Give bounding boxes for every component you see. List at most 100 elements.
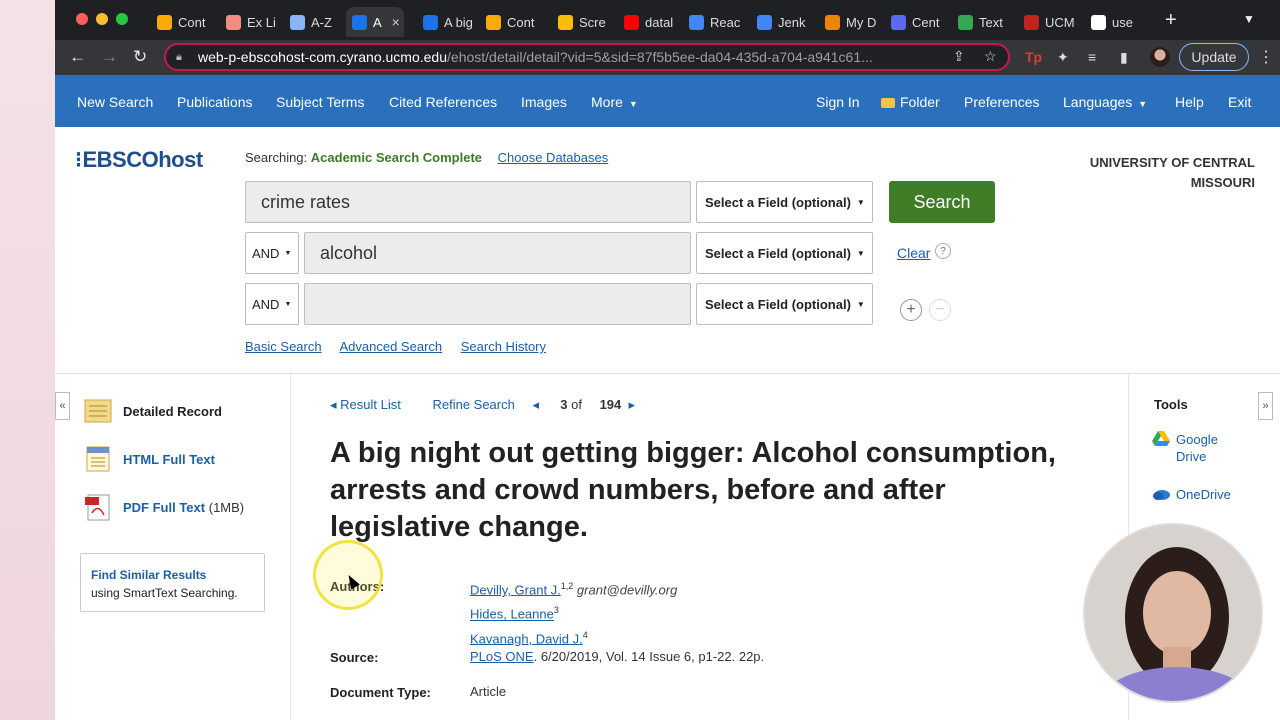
- html-full-text-item[interactable]: HTML Full Text: [83, 445, 215, 473]
- searching-label: Searching:: [245, 150, 308, 165]
- browser-tab-label: A big: [444, 14, 473, 30]
- tab-search-chevron-icon[interactable]: ▼: [1243, 12, 1255, 26]
- browser-tab[interactable]: use: [1085, 7, 1145, 37]
- browser-tab[interactable]: Cont: [480, 7, 540, 37]
- browser-tab-label: A-Z: [311, 14, 332, 30]
- browser-tab[interactable]: UCM: [1018, 7, 1078, 37]
- tools-heading: Tools: [1154, 397, 1188, 412]
- collapse-left-panel-icon[interactable]: «: [55, 392, 70, 420]
- browser-tab[interactable]: Cent: [885, 7, 945, 37]
- html-full-text-label: HTML Full Text: [123, 451, 215, 467]
- search-input-2[interactable]: alcohol: [304, 232, 691, 274]
- search-input-3[interactable]: [304, 283, 691, 325]
- ebscohost-logo[interactable]: ⁝EBSCOhost: [75, 147, 203, 173]
- onedrive-tool[interactable]: OneDrive: [1152, 486, 1231, 503]
- field-select-1[interactable]: Select a Field (optional) ▼: [696, 181, 873, 223]
- nav-help[interactable]: Help: [1175, 94, 1204, 110]
- google-drive-label: Google Drive: [1176, 432, 1218, 464]
- close-tab-icon[interactable]: ×: [392, 14, 400, 30]
- nav-more[interactable]: More ▼: [591, 94, 638, 110]
- field-select-2[interactable]: Select a Field (optional) ▼: [696, 232, 873, 274]
- advanced-search-link[interactable]: Advanced Search: [340, 339, 443, 354]
- previous-result-icon[interactable]: ◂: [532, 397, 539, 412]
- author-link[interactable]: Hides, Leanne: [470, 607, 554, 622]
- browser-tab[interactable]: A ×: [346, 7, 404, 37]
- forward-arrow-icon[interactable]: →: [101, 47, 118, 67]
- update-button[interactable]: Update: [1179, 43, 1249, 71]
- browser-tab-label: Scre: [579, 14, 606, 30]
- browser-tab[interactable]: datal: [618, 7, 678, 37]
- search-input-1[interactable]: crime rates: [245, 181, 691, 223]
- find-similar-link[interactable]: Find Similar Results: [91, 566, 264, 584]
- field-select-3[interactable]: Select a Field (optional) ▼: [696, 283, 873, 325]
- browser-tab[interactable]: Jenk: [751, 7, 811, 37]
- next-result-icon[interactable]: ▸: [629, 397, 636, 412]
- window-close-button[interactable]: [76, 13, 88, 25]
- reload-icon[interactable]: ↻: [133, 47, 147, 67]
- refine-search-link[interactable]: Refine Search: [432, 397, 514, 412]
- browser-toolbar: ← → ↻ 🔒︎ web-p-ebscohost-com.cyrano.ucmo…: [55, 40, 1280, 75]
- boolean-label: AND: [252, 296, 280, 312]
- browser-tab[interactable]: A big: [417, 7, 477, 37]
- nav-subject-terms[interactable]: Subject Terms: [276, 94, 364, 110]
- nav-new-search[interactable]: New Search: [77, 94, 153, 110]
- journal-link[interactable]: PLoS ONE: [470, 649, 534, 664]
- boolean-select-3[interactable]: AND ▼: [245, 283, 299, 325]
- browser-tab[interactable]: Scre: [552, 7, 612, 37]
- browser-tab[interactable]: Ex Li: [220, 7, 280, 37]
- window-minimize-button[interactable]: [96, 13, 108, 25]
- source-value: PLoS ONE. 6/20/2019, Vol. 14 Issue 6, p1…: [470, 647, 764, 667]
- browser-tab[interactable]: A-Z: [284, 7, 344, 37]
- boolean-select-2[interactable]: AND ▼: [245, 232, 299, 274]
- nav-exit[interactable]: Exit: [1228, 94, 1251, 110]
- side-panel-icon[interactable]: ▮: [1120, 49, 1128, 66]
- url-path: /ehost/detail/detail?vid=5&sid=87f5b5ee-…: [447, 49, 873, 65]
- caret-down-icon: ▼: [856, 299, 865, 309]
- nav-publications[interactable]: Publications: [177, 94, 253, 110]
- collapse-tools-panel-icon[interactable]: »: [1258, 392, 1273, 420]
- pdf-document-icon: [85, 494, 110, 521]
- search-history-link[interactable]: Search History: [461, 339, 546, 354]
- new-tab-button[interactable]: +: [1165, 9, 1177, 32]
- author-link[interactable]: Kavanagh, David J.: [470, 631, 583, 646]
- extensions-puzzle-icon[interactable]: ✦: [1057, 49, 1069, 66]
- extension-tp-icon[interactable]: Tp: [1025, 49, 1042, 65]
- browser-tab[interactable]: Cont: [151, 7, 211, 37]
- address-bar[interactable]: 🔒︎ web-p-ebscohost-com.cyrano.ucmo.edu/e…: [164, 43, 1010, 71]
- caret-down-icon: ▼: [284, 249, 292, 257]
- nav-folder[interactable]: Folder: [881, 94, 940, 110]
- nav-cited-references[interactable]: Cited References: [389, 94, 497, 110]
- browser-tab[interactable]: My D: [819, 7, 879, 37]
- pdf-full-text-item[interactable]: PDF Full Text (1MB): [83, 493, 244, 521]
- result-list-link[interactable]: ◂ Result List: [330, 397, 415, 412]
- browser-tab[interactable]: Reac: [683, 7, 743, 37]
- url-host: web-p-ebscohost-com.cyrano.ucmo.edu: [198, 49, 448, 65]
- browser-menu-icon[interactable]: ⋮: [1258, 47, 1274, 67]
- basic-search-link[interactable]: Basic Search: [245, 339, 322, 354]
- reading-list-icon[interactable]: ≡: [1088, 49, 1096, 65]
- add-row-plus-icon[interactable]: +: [900, 299, 922, 321]
- remove-row-minus-icon[interactable]: −: [929, 299, 951, 321]
- nav-sign-in[interactable]: Sign In: [816, 94, 860, 110]
- clear-link[interactable]: Clear: [897, 245, 930, 261]
- nav-images[interactable]: Images: [521, 94, 567, 110]
- author-link[interactable]: Devilly, Grant J.: [470, 582, 561, 597]
- share-icon[interactable]: ⇪: [953, 48, 965, 65]
- google-icon: [1091, 14, 1106, 30]
- help-question-icon[interactable]: ?: [935, 243, 951, 259]
- search-button[interactable]: Search: [889, 181, 995, 223]
- browser-tab[interactable]: Text: [952, 7, 1012, 37]
- nav-preferences[interactable]: Preferences: [964, 94, 1039, 110]
- browser-tab-label: datal: [645, 14, 674, 30]
- detailed-record-item[interactable]: Detailed Record: [83, 397, 222, 425]
- profile-avatar[interactable]: [1150, 47, 1170, 67]
- window-zoom-button[interactable]: [116, 13, 128, 25]
- nav-languages[interactable]: Languages ▼: [1063, 94, 1147, 110]
- nav-folder-label: Folder: [900, 94, 940, 110]
- choose-databases-link[interactable]: Choose Databases: [498, 150, 609, 165]
- chart-icon: [157, 14, 172, 30]
- bookmark-star-icon[interactable]: ☆: [984, 48, 997, 65]
- google-drive-tool[interactable]: Google Drive: [1152, 431, 1236, 465]
- back-arrow-icon[interactable]: ←: [69, 47, 86, 67]
- nav-more-label: More: [591, 94, 623, 110]
